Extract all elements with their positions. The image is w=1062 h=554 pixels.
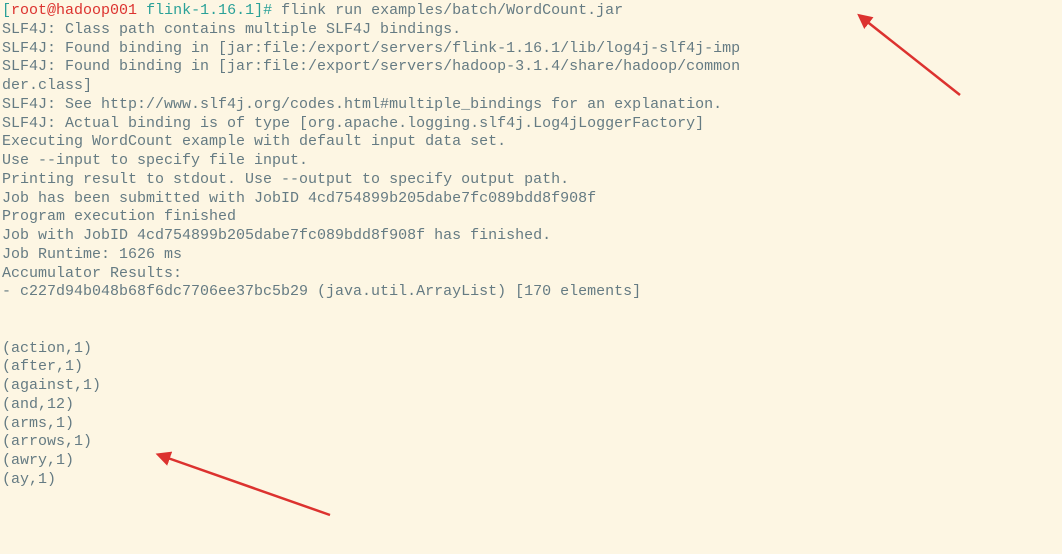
word-result-line: (action,1) [2, 340, 1060, 359]
command-prompt-line: [root@hadoop001 flink-1.16.1]# flink run… [2, 2, 1060, 21]
output-line: SLF4J: See http://www.slf4j.org/codes.ht… [2, 96, 1060, 115]
word-result-line: (against,1) [2, 377, 1060, 396]
output-line: Use --input to specify file input. [2, 152, 1060, 171]
output-line: Printing result to stdout. Use --output … [2, 171, 1060, 190]
word-result-line: (and,12) [2, 396, 1060, 415]
output-line: der.class] [2, 77, 1060, 96]
prompt-at: @ [47, 2, 56, 19]
word-result-line: (after,1) [2, 358, 1060, 377]
word-result-line: (awry,1) [2, 452, 1060, 471]
prompt-open-bracket: [ [2, 2, 11, 19]
prompt-user: root [11, 2, 47, 19]
blank-line [2, 321, 1060, 340]
output-line: - c227d94b048b68f6dc7706ee37bc5b29 (java… [2, 283, 1060, 302]
word-result-line: (ay,1) [2, 471, 1060, 490]
prompt-hash: # [263, 2, 281, 19]
word-result-line: (arms,1) [2, 415, 1060, 434]
prompt-path: flink-1.16.1 [137, 2, 254, 19]
output-line: Job Runtime: 1626 ms [2, 246, 1060, 265]
prompt-host: hadoop001 [56, 2, 137, 19]
output-line: Executing WordCount example with default… [2, 133, 1060, 152]
output-line: SLF4J: Class path contains multiple SLF4… [2, 21, 1060, 40]
output-line: Job with JobID 4cd754899b205dabe7fc089bd… [2, 227, 1060, 246]
output-line: SLF4J: Found binding in [jar:file:/expor… [2, 40, 1060, 59]
blank-line [2, 302, 1060, 321]
output-line: SLF4J: Actual binding is of type [org.ap… [2, 115, 1060, 134]
output-line: Accumulator Results: [2, 265, 1060, 284]
output-line: Program execution finished [2, 208, 1060, 227]
command-text[interactable]: flink run examples/batch/WordCount.jar [281, 2, 623, 19]
prompt-close-bracket: ] [254, 2, 263, 19]
word-result-line: (arrows,1) [2, 433, 1060, 452]
output-line: SLF4J: Found binding in [jar:file:/expor… [2, 58, 1060, 77]
output-line: Job has been submitted with JobID 4cd754… [2, 190, 1060, 209]
